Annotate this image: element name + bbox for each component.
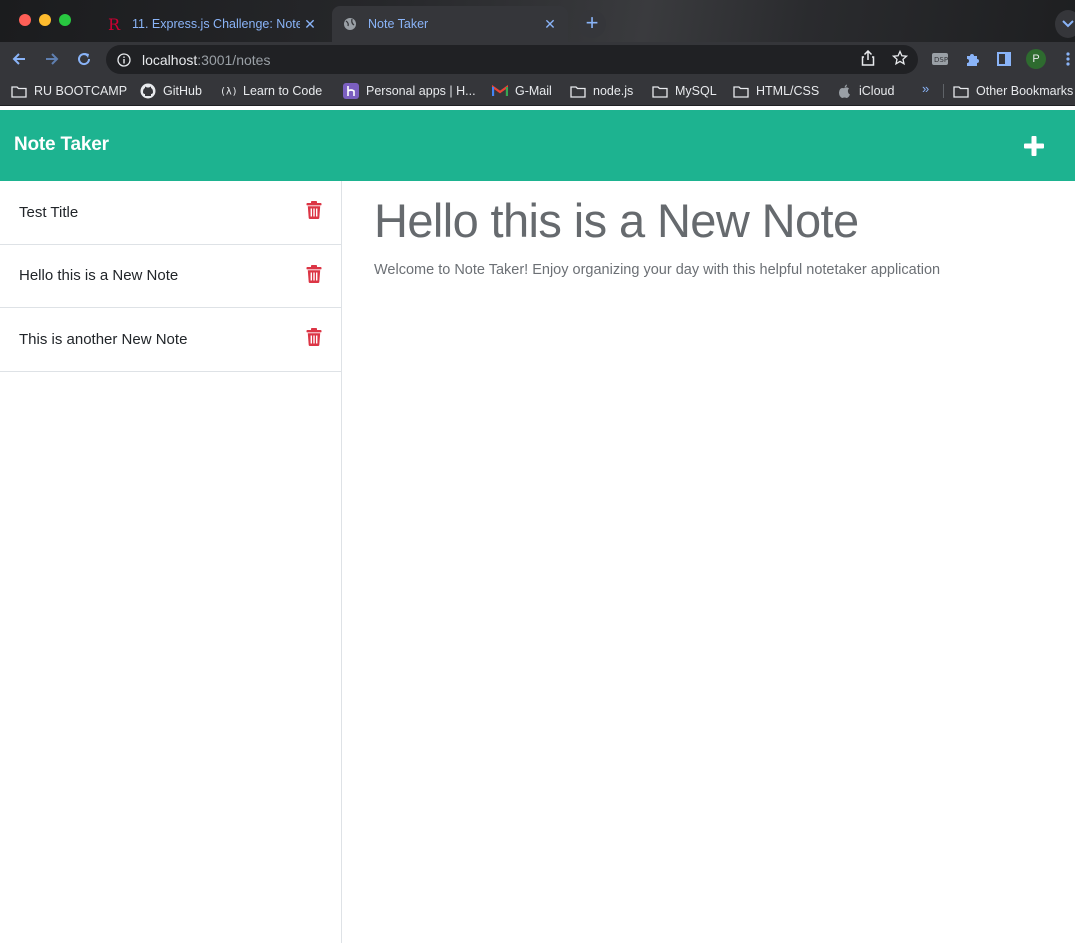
bookmark-label: Personal apps | H... [366,84,476,98]
note-title-field[interactable]: Hello this is a New Note [374,193,859,248]
app-navbar: Note Taker [0,110,1075,181]
browser-tab-express-challenge[interactable]: R 11. Express.js Challenge: Note ✕ [96,8,328,40]
folder-icon [11,83,27,99]
bookmark-ru-bootcamp[interactable]: RU BOOTCAMP [11,82,127,100]
bookmark-other-bookmarks[interactable]: Other Bookmarks [953,82,1073,100]
browser-menu-icon[interactable] [1064,51,1072,67]
bookmark-label: MySQL [675,84,717,98]
add-note-button[interactable] [1018,130,1050,162]
bookmark-label: GitHub [163,84,202,98]
new-tab-button[interactable]: + [578,10,606,38]
github-icon [140,83,156,99]
close-tab-icon[interactable]: ✕ [540,16,560,33]
close-tab-icon[interactable]: ✕ [300,16,320,33]
site-info-icon[interactable] [106,52,142,67]
back-button[interactable] [9,49,29,69]
zoom-window-button[interactable] [59,14,71,26]
apple-icon [836,83,852,99]
close-window-button[interactable] [19,14,31,26]
bookmark-label: G-Mail [515,84,552,98]
bookmark-label: Learn to Code [243,84,323,98]
bookmark-nodejs[interactable]: node.js [570,82,633,100]
note-list-title: This is another New Note [19,330,188,348]
bookmarks-overflow-button[interactable]: » [922,81,929,96]
bookmark-label: iCloud [859,84,895,98]
bookmark-mysql[interactable]: MySQL [652,82,717,100]
trash-icon[interactable] [306,201,322,219]
svg-text:R: R [108,16,121,32]
bookmark-github[interactable]: GitHub [140,82,202,100]
tab-title: Note Taker [368,17,429,31]
tab-search-button[interactable] [1055,10,1075,38]
notes-list: Test Title Hello this is a New Note This… [0,181,342,943]
chevron-down-icon [1062,20,1074,28]
bookmark-label: Other Bookmarks [976,84,1074,98]
bookmark-gmail[interactable]: G-Mail [492,82,552,100]
url-host: localhost [142,51,198,68]
bookmarks-separator [943,84,944,98]
side-panel-icon[interactable] [995,50,1013,68]
svg-text:(λ): (λ) [220,87,236,98]
bookmark-label: HTML/CSS [756,84,820,98]
bookmark-star-icon[interactable] [891,49,909,67]
list-item[interactable]: This is another New Note [0,308,341,372]
forward-button[interactable] [42,49,62,69]
reload-icon [78,53,91,66]
arrow-right-icon [46,53,59,65]
folder-icon [733,83,749,99]
folder-icon [652,83,668,99]
browser-tab-strip: R 11. Express.js Challenge: Note ✕ Note … [0,0,1075,42]
reload-button[interactable] [74,49,94,69]
rutgers-r-icon: R [106,16,122,32]
note-list-title: Test Title [19,203,79,221]
extensions-puzzle-icon[interactable] [963,50,981,68]
browser-tab-note-taker[interactable]: Note Taker ✕ [332,6,568,42]
plus-icon [1024,136,1044,156]
folder-icon [953,83,969,99]
note-list-title: Hello this is a New Note [19,267,179,285]
globe-icon [342,16,358,32]
app-brand[interactable]: Note Taker [14,134,109,156]
bookmark-label: node.js [593,84,634,98]
browser-toolbar: localhost:3001/notes DSP P [0,42,1075,76]
bookmark-label: RU BOOTCAMP [34,84,128,98]
gmail-icon [492,83,508,99]
svg-text:DSP: DSP [934,56,948,64]
url-text: localhost:3001/notes [142,52,270,68]
address-bar[interactable]: localhost:3001/notes [106,45,918,74]
note-text-field[interactable]: Welcome to Note Taker! Enjoy organizing … [374,262,940,278]
minimize-window-button[interactable] [39,14,51,26]
folder-icon [570,83,586,99]
bookmark-icloud[interactable]: iCloud [836,82,894,100]
tab-title: 11. Express.js Challenge: Note [132,17,300,31]
trash-icon[interactable] [306,264,322,283]
bookmark-learn-to-code[interactable]: (λ) Learn to Code [220,82,322,100]
extension-dsp-icon[interactable]: DSP [931,50,949,68]
share-icon[interactable] [859,49,877,67]
list-item[interactable]: Test Title [0,181,341,245]
bookmark-personal-apps[interactable]: Personal apps | H... [343,82,476,100]
list-item[interactable]: Hello this is a New Note [0,245,341,308]
heroku-icon [343,83,359,99]
trash-icon[interactable] [306,328,322,346]
code-icon: (λ) [220,83,236,99]
profile-avatar[interactable]: P [1026,49,1046,69]
note-editor: Hello this is a New Note Welcome to Note… [342,181,1075,943]
arrow-left-icon [12,53,25,65]
url-path: :3001/notes [197,51,271,68]
bookmarks-bar: RU BOOTCAMP GitHub (λ) Learn to Code Per… [0,76,1075,106]
bookmark-html-css[interactable]: HTML/CSS [733,82,819,100]
